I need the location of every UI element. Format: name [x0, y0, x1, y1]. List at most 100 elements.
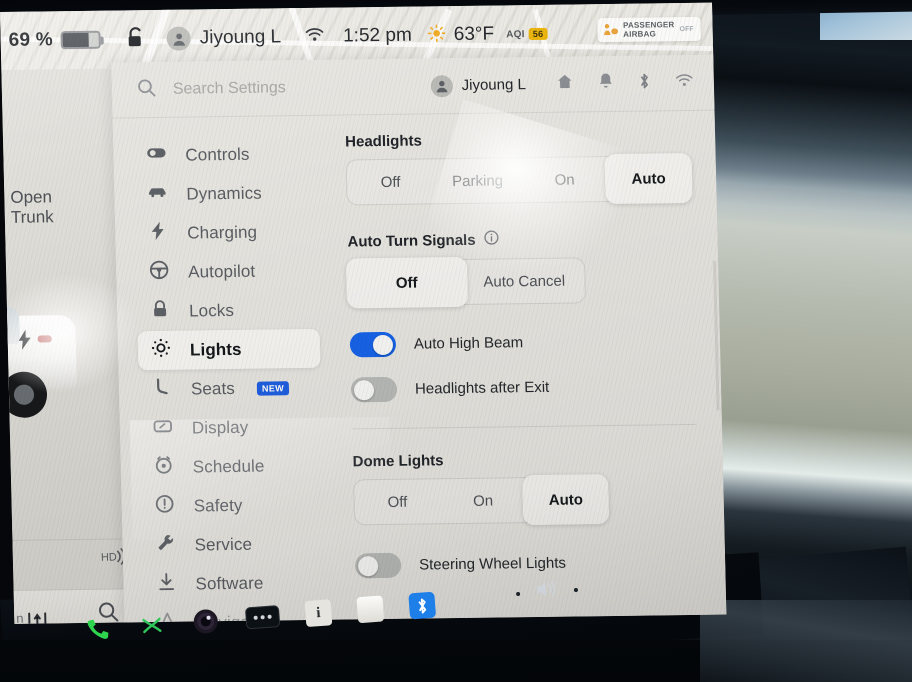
headlights-option-on[interactable]: On — [521, 157, 609, 202]
sidebar-item-label: Display — [191, 417, 249, 437]
sidebar-item-schedule[interactable]: Schedule — [140, 446, 323, 487]
sidebar-item-label: Lights — [189, 339, 242, 360]
camera-lens-icon[interactable] — [191, 606, 221, 636]
open-trunk-line1: Open — [10, 187, 53, 207]
notes-app-icon[interactable] — [356, 595, 385, 624]
car-icon — [146, 181, 169, 208]
search-input[interactable]: Search Settings — [173, 77, 431, 98]
headlights-segmented-control[interactable]: Off Parking On Auto — [345, 152, 693, 206]
speaker-icon — [533, 577, 561, 606]
sidebar-item-display[interactable]: Display — [139, 407, 322, 448]
settings-window[interactable]: Search Settings Jiyoung L Controls Dynam… — [111, 54, 727, 624]
new-badge: NEW — [256, 380, 290, 396]
info-icon[interactable] — [483, 229, 499, 249]
auto-high-beam-toggle[interactable] — [349, 331, 397, 358]
bluetooth-icon[interactable] — [638, 71, 652, 95]
sidebar-item-locks[interactable]: Locks — [137, 290, 320, 331]
toggle-icon — [145, 142, 168, 169]
more-dots-icon[interactable] — [244, 605, 281, 630]
auto-turn-signals-title: Auto Turn Signals — [347, 231, 476, 250]
headlights-after-exit-toggle[interactable] — [350, 376, 398, 403]
headlights-title: Headlights — [344, 132, 423, 151]
wifi-icon[interactable] — [675, 73, 694, 92]
lights-settings-pane: Headlights Off Parking On Auto Auto Turn… — [323, 111, 727, 620]
headlights-option-off[interactable]: Off — [347, 159, 435, 204]
dome-lights-option-off[interactable]: Off — [354, 479, 441, 524]
driver-avatar[interactable] — [166, 26, 192, 51]
open-trunk-label[interactable]: Open Trunk — [10, 187, 54, 227]
vehicle-illustration[interactable] — [1, 301, 106, 433]
phone-icon[interactable] — [83, 614, 113, 644]
charge-bolt-icon — [17, 329, 32, 355]
auto-turn-signals-option-auto-cancel[interactable]: Auto Cancel — [463, 258, 585, 304]
sidebar-item-service[interactable]: Service — [142, 524, 325, 565]
auto-turn-signals-option-off[interactable]: Off — [345, 256, 468, 309]
lock-icon — [149, 298, 172, 325]
display-icon — [152, 415, 175, 442]
airbag-line1: PASSENGER — [622, 20, 675, 30]
dome-lights-option-on[interactable]: On — [440, 478, 527, 523]
sidebar-item-label: Service — [194, 534, 253, 554]
header-user[interactable]: Jiyoung L — [430, 74, 526, 97]
headlights-option-auto[interactable]: Auto — [604, 152, 693, 205]
sidebar-item-label: Seats — [190, 378, 236, 399]
alert-circle-icon — [153, 493, 176, 520]
close-x-icon[interactable] — [137, 610, 167, 640]
svg-text:HD: HD — [101, 551, 117, 563]
airbag-person-icon — [603, 24, 618, 36]
sidebar-item-autopilot[interactable]: Autopilot — [136, 251, 319, 292]
sidebar-item-label: Schedule — [192, 456, 265, 476]
dome-lights-segmented-control[interactable]: Off On Auto — [353, 474, 610, 526]
bluetooth-icon[interactable] — [408, 591, 437, 620]
dome-lights-title: Dome Lights — [352, 452, 444, 471]
sun-brightness-icon — [150, 337, 173, 364]
battery-icon — [60, 30, 102, 50]
section-divider — [351, 423, 696, 430]
settings-search-row[interactable]: Search Settings Jiyoung L — [111, 54, 715, 119]
sidebar-item-dynamics[interactable]: Dynamics — [134, 173, 317, 214]
dashboard-reflection — [700, 600, 912, 682]
wrench-icon — [154, 532, 177, 559]
temperature-label: 63°F — [453, 23, 495, 46]
steering-wheel-lights-toggle[interactable] — [354, 552, 402, 579]
sidebar-item-charging[interactable]: Charging — [135, 212, 318, 253]
aqi-value: 56 — [528, 27, 548, 41]
bell-icon[interactable] — [598, 72, 615, 95]
auto-high-beam-row[interactable]: Auto High Beam — [349, 328, 695, 358]
scrollbar[interactable] — [713, 260, 720, 411]
search-icon[interactable] — [136, 76, 158, 102]
user-avatar-icon[interactable] — [430, 74, 453, 97]
airbag-state: OFF — [679, 25, 694, 33]
headlights-after-exit-row[interactable]: Headlights after Exit — [350, 373, 696, 403]
aqi-indicator[interactable]: AQI 56 — [505, 27, 548, 41]
sun-icon — [427, 23, 447, 47]
airbag-line2: AIRBAG — [623, 29, 657, 40]
battery-percent-label: 69 % — [8, 29, 54, 51]
sidebar-item-safety[interactable]: Safety — [141, 485, 324, 526]
clock-label: 1:52 pm — [342, 24, 413, 47]
sidebar-item-label: Autopilot — [187, 261, 256, 282]
sidebar-item-label: Controls — [185, 144, 250, 165]
tesla-touchscreen[interactable]: 69 % Jiyoung L 1:52 pm 63°F AQI 56 PASSE… — [0, 2, 727, 624]
sidebar-item-lights[interactable]: Lights — [137, 328, 321, 371]
sidebar-item-label: Charging — [187, 222, 258, 243]
wifi-icon[interactable] — [305, 27, 325, 47]
clock-icon — [152, 454, 175, 481]
unlock-icon[interactable] — [126, 26, 145, 53]
header-user-name[interactable]: Jiyoung L — [461, 76, 526, 94]
auto-high-beam-label: Auto High Beam — [413, 334, 524, 353]
sidebar-item-label: Locks — [188, 300, 235, 321]
driver-name-label[interactable]: Jiyoung L — [200, 26, 282, 49]
dome-lights-option-auto[interactable]: Auto — [522, 474, 610, 526]
info-card-icon[interactable]: i — [304, 599, 333, 628]
speaker-bezel-row — [515, 576, 579, 607]
settings-sidebar[interactable]: Controls Dynamics Charging Autopilot Loc… — [113, 116, 335, 624]
aqi-label: AQI — [505, 28, 525, 40]
steering-wheel-icon — [148, 259, 171, 286]
home-icon[interactable] — [556, 72, 575, 95]
sidebar-item-controls[interactable]: Controls — [133, 134, 316, 175]
sidebar-item-seats[interactable]: Seats NEW — [138, 368, 321, 409]
auto-turn-signals-title-row: Auto Turn Signals — [347, 227, 691, 251]
auto-turn-signals-segmented-control[interactable]: Off Auto Cancel — [345, 256, 587, 309]
headlights-option-parking[interactable]: Parking — [434, 158, 522, 203]
